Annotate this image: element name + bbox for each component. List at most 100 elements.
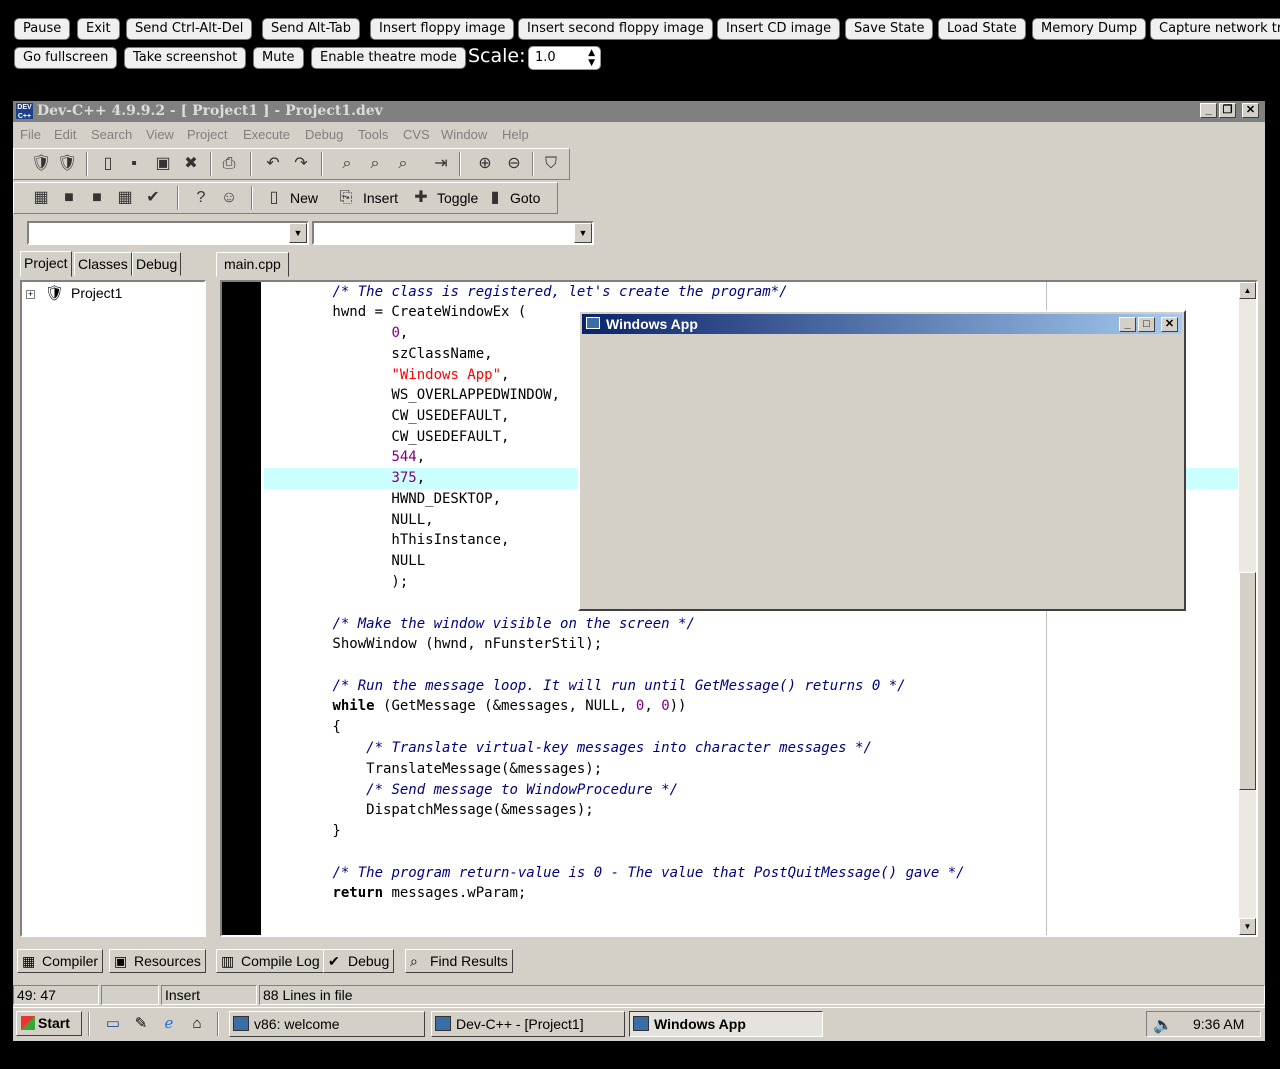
about-icon[interactable]: ☺: [219, 188, 239, 208]
compile-run-icon[interactable]: ■: [87, 188, 107, 208]
print-icon[interactable]: ⎙: [219, 154, 239, 174]
check-icon[interactable]: ✔: [143, 188, 163, 208]
code-line[interactable]: szClassName,: [265, 344, 492, 365]
emulator-button[interactable]: Pause: [14, 18, 71, 40]
network-icon[interactable]: ⌂: [188, 1015, 206, 1033]
ide-title-bar[interactable]: DEV C++ Dev-C++ 4.9.9.2 - [ Project1 ] - …: [13, 101, 1265, 122]
menu-file[interactable]: File: [20, 127, 41, 142]
emulator-button[interactable]: Send Ctrl-Alt-Del: [126, 18, 253, 40]
minimize-icon[interactable]: _: [1119, 317, 1136, 332]
remove-from-project-icon[interactable]: ⊖: [504, 154, 524, 174]
bookmark-toggle-icon[interactable]: ✚: [411, 188, 431, 208]
save-icon[interactable]: ▪: [124, 154, 144, 174]
menu-search[interactable]: Search: [91, 127, 132, 142]
tab-compile-log[interactable]: ▥ Compile Log: [216, 949, 325, 973]
menu-view[interactable]: View: [146, 127, 174, 142]
maximize-icon[interactable]: □: [1138, 317, 1155, 332]
bookmark-insert-icon[interactable]: ⎘: [336, 188, 356, 208]
add-to-project-icon[interactable]: ⊕: [475, 154, 495, 174]
code-line[interactable]: 544,: [265, 447, 425, 468]
emulator-button[interactable]: Capture network traffic: [1150, 18, 1280, 40]
member-combo[interactable]: ▼: [312, 221, 594, 245]
close-file-icon[interactable]: ✖: [181, 154, 201, 174]
emulator-button[interactable]: Take screenshot: [124, 47, 247, 69]
code-line[interactable]: return messages.wParam;: [265, 883, 526, 904]
code-line[interactable]: 0,: [265, 323, 408, 344]
task-v86[interactable]: v86: welcome: [229, 1011, 425, 1037]
devcpp-icon[interactable]: DEV C++: [16, 103, 33, 120]
rebuild-icon[interactable]: ▦: [115, 188, 135, 208]
menu-tools[interactable]: Tools: [358, 127, 388, 142]
scroll-up-icon[interactable]: ▲: [1239, 282, 1256, 299]
bookmark-toggle-button[interactable]: Toggle: [437, 190, 478, 206]
stepper-arrows-icon[interactable]: ▲ ▼: [588, 48, 595, 68]
windows-app-window[interactable]: Windows App _ □ ✕: [578, 310, 1186, 611]
task-devcpp[interactable]: Dev-C++ - [Project1]: [431, 1011, 625, 1037]
tab-resources[interactable]: ▣ Resources: [109, 949, 206, 973]
menu-edit[interactable]: Edit: [54, 127, 76, 142]
compile-icon[interactable]: ▦: [31, 188, 51, 208]
emulator-button[interactable]: Send Alt-Tab: [262, 18, 360, 40]
code-line[interactable]: 375,: [265, 468, 425, 489]
code-line[interactable]: TranslateMessage(&messages);: [265, 759, 602, 780]
code-line[interactable]: /* The program return-value is 0 - The v…: [265, 863, 964, 884]
emulator-button[interactable]: Save State: [845, 18, 934, 40]
show-desktop-icon[interactable]: ▭: [104, 1015, 122, 1033]
code-line[interactable]: /* The class is registered, let's create…: [265, 282, 787, 303]
find-icon[interactable]: ⌕: [337, 154, 357, 174]
emulator-button[interactable]: Go fullscreen: [14, 47, 118, 69]
tree-item-project[interactable]: Project1: [71, 285, 122, 301]
code-line[interactable]: hwnd = CreateWindowEx (: [265, 302, 526, 323]
goto-line-icon[interactable]: ⇥: [431, 154, 451, 174]
project-open-icon[interactable]: 🛡: [31, 154, 51, 174]
start-button[interactable]: Start: [16, 1011, 82, 1036]
code-line[interactable]: /* Make the window visible on the screen…: [265, 614, 694, 635]
vertical-scrollbar[interactable]: ▲ ▼: [1239, 282, 1256, 935]
project-new-icon[interactable]: 🛡: [57, 154, 77, 174]
code-line[interactable]: }: [265, 821, 340, 842]
menu-cvs[interactable]: CVS: [403, 127, 430, 142]
emulator-button[interactable]: Enable theatre mode: [311, 47, 466, 69]
code-line[interactable]: /* Translate virtual-key messages into c…: [265, 738, 872, 759]
code-line[interactable]: {: [265, 717, 340, 738]
speaker-icon[interactable]: 🔈: [1153, 1015, 1173, 1035]
windows-app-title-bar[interactable]: Windows App _ □ ✕: [582, 314, 1182, 334]
menu-project[interactable]: Project: [187, 127, 227, 142]
replace-icon[interactable]: ⌕: [365, 154, 385, 174]
code-line[interactable]: }: [225, 904, 233, 925]
close-icon[interactable]: ✕: [1242, 103, 1259, 118]
code-line[interactable]: hThisInstance,: [265, 530, 509, 551]
run-icon[interactable]: ■: [59, 188, 79, 208]
code-line[interactable]: HWND_DESKTOP,: [265, 489, 501, 510]
code-line[interactable]: /* Send message to WindowProcedure */: [265, 780, 678, 801]
scroll-thumb[interactable]: [1239, 572, 1256, 790]
emulator-button[interactable]: Memory Dump: [1032, 18, 1147, 40]
class-combo[interactable]: ▼: [27, 221, 309, 245]
project-options-icon[interactable]: ⛉: [541, 154, 561, 174]
code-line[interactable]: NULL: [265, 551, 425, 572]
emulator-button[interactable]: Insert CD image: [717, 18, 841, 40]
code-line[interactable]: NULL,: [265, 510, 433, 531]
emulator-button[interactable]: Insert second floppy image: [518, 18, 713, 40]
new-file-icon[interactable]: ▯: [98, 154, 118, 174]
code-line[interactable]: DispatchMessage(&messages);: [265, 800, 594, 821]
undo-icon[interactable]: ↶: [263, 154, 283, 174]
code-line[interactable]: WS_OVERLAPPEDWINDOW,: [265, 385, 560, 406]
code-line[interactable]: );: [265, 572, 408, 593]
code-line[interactable]: /* Run the message loop. It will run unt…: [265, 676, 905, 697]
chevron-down-icon[interactable]: ▼: [574, 223, 592, 243]
menu-window[interactable]: Window: [441, 127, 487, 142]
code-line[interactable]: CW_USEDEFAULT,: [265, 406, 509, 427]
menu-execute[interactable]: Execute: [243, 127, 290, 142]
emulator-button[interactable]: Load State: [938, 18, 1026, 40]
bookmark-insert-button[interactable]: Insert: [363, 190, 398, 206]
expand-icon[interactable]: +: [26, 290, 35, 299]
code-line[interactable]: CW_USEDEFAULT,: [265, 427, 509, 448]
tab-compiler[interactable]: ▦ Compiler: [17, 949, 104, 973]
internet-explorer-icon[interactable]: ℯ: [160, 1015, 178, 1033]
tab-find-results[interactable]: ⌕ Find Results: [405, 949, 513, 973]
tab-classes[interactable]: Classes: [74, 252, 132, 276]
code-line[interactable]: while (GetMessage (&messages, NULL, 0, 0…: [265, 696, 686, 717]
bookmark-new-icon[interactable]: ▯: [264, 188, 284, 208]
menu-debug[interactable]: Debug: [305, 127, 343, 142]
